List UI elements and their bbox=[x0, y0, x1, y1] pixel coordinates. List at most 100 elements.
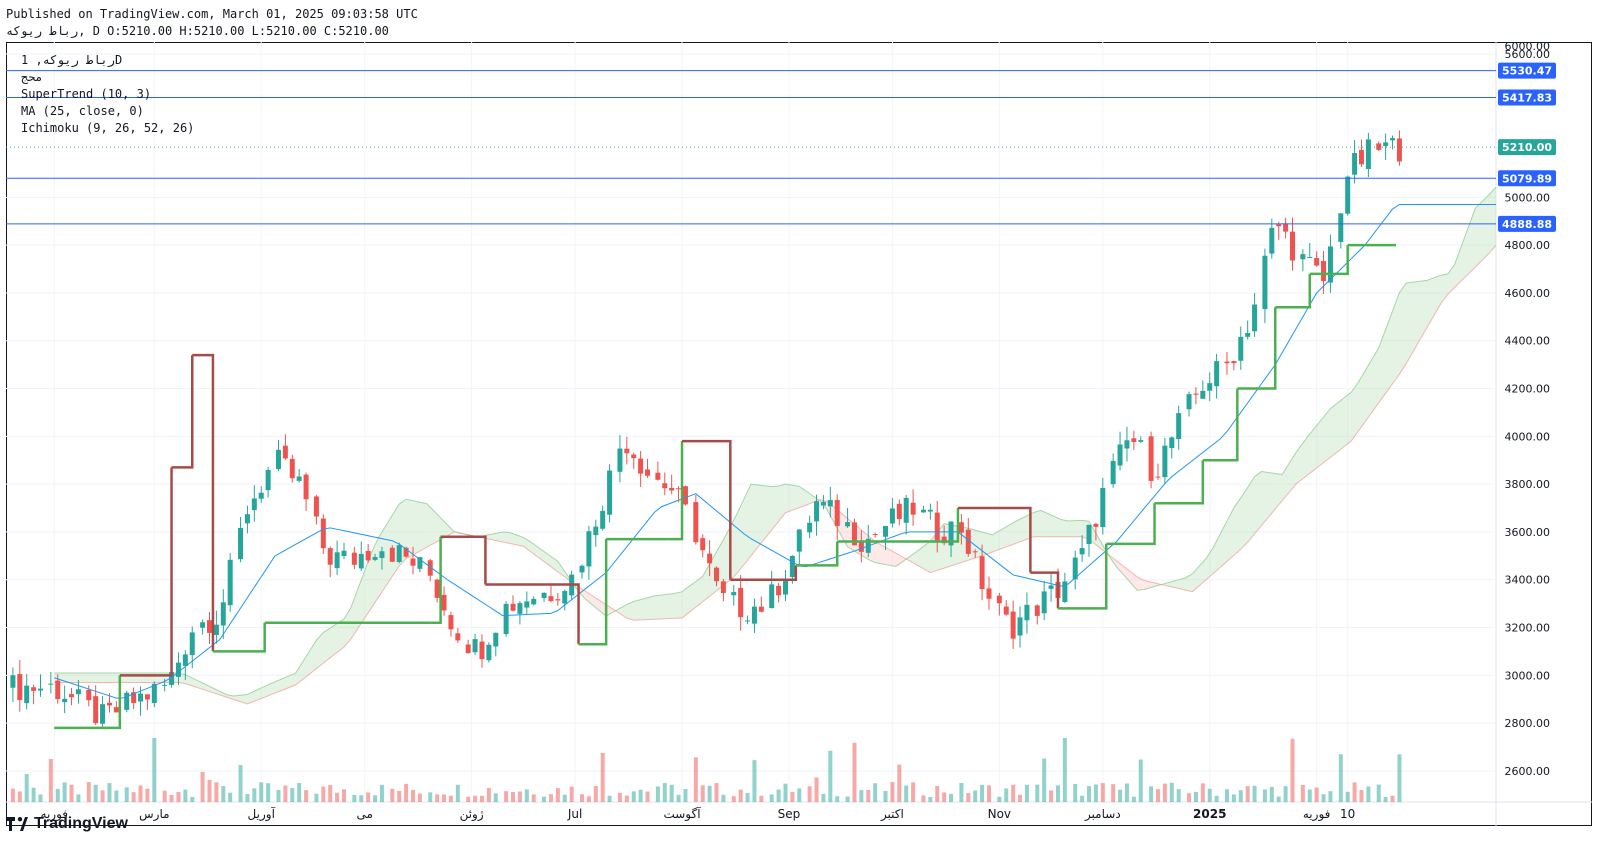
last-price-label: 5210.00 bbox=[1502, 141, 1552, 154]
volume-bar bbox=[980, 784, 985, 802]
cloud-segment bbox=[350, 589, 358, 640]
cloud-segment bbox=[412, 500, 420, 555]
y-tick-label: 4600.00 bbox=[1505, 287, 1551, 300]
cloud-segment bbox=[1337, 397, 1345, 452]
volume-bar bbox=[276, 789, 281, 802]
candle-body bbox=[834, 500, 840, 526]
volume-bar bbox=[1155, 789, 1160, 802]
volume-bar bbox=[38, 794, 43, 802]
y-tick-label: 3800.00 bbox=[1505, 478, 1551, 491]
tradingview-logo[interactable]: TradingView bbox=[6, 815, 128, 833]
candle-body bbox=[410, 558, 416, 566]
candle-body bbox=[1300, 254, 1306, 260]
legend-ichimoku[interactable]: Ichimoku (9, 26, 52, 26) bbox=[21, 121, 194, 135]
candle-body bbox=[486, 644, 492, 661]
candle-body bbox=[1162, 445, 1168, 478]
volume-bar bbox=[1193, 792, 1198, 802]
volume-bar bbox=[200, 771, 205, 802]
cloud-segment bbox=[654, 595, 662, 620]
candle-body bbox=[75, 689, 81, 695]
candle-body bbox=[86, 689, 92, 701]
price-level-label: 5530.47 bbox=[1502, 65, 1552, 78]
volume-bar bbox=[1093, 784, 1098, 802]
x-tick-label: Sep bbox=[778, 807, 801, 821]
volume-bar bbox=[645, 791, 650, 802]
volume-bar bbox=[207, 779, 212, 802]
volume-bar bbox=[138, 785, 143, 802]
candle-body bbox=[645, 469, 651, 476]
candle-body bbox=[1131, 438, 1137, 442]
volume-bar bbox=[114, 790, 119, 802]
volume-bar bbox=[466, 796, 471, 802]
candle-body bbox=[700, 538, 706, 551]
volume-bar bbox=[776, 789, 781, 802]
candle-body bbox=[358, 553, 364, 569]
volume-bar bbox=[1321, 794, 1326, 802]
cloud-segment bbox=[1392, 292, 1400, 384]
volume-bar bbox=[897, 764, 902, 802]
cloud-segment bbox=[647, 595, 655, 620]
candle-body bbox=[807, 522, 813, 533]
volume-bar bbox=[935, 786, 940, 802]
volume-bar bbox=[404, 783, 409, 802]
y-tick-label: 2800.00 bbox=[1505, 717, 1551, 730]
candle-body bbox=[31, 687, 37, 691]
volume-bar bbox=[959, 782, 964, 802]
candle-body bbox=[720, 581, 726, 594]
volume-bar bbox=[335, 792, 340, 802]
cloud-segment bbox=[1254, 471, 1262, 534]
candle-body bbox=[1017, 617, 1023, 636]
volume-bar bbox=[183, 789, 188, 802]
volume-bar bbox=[86, 782, 91, 802]
volume-bar bbox=[366, 792, 371, 802]
volume-bar bbox=[24, 774, 29, 802]
volume-bar bbox=[555, 788, 560, 802]
volume-bar bbox=[352, 794, 357, 802]
candle-body bbox=[910, 502, 916, 515]
candle-body bbox=[10, 675, 16, 688]
volume-bar bbox=[1383, 796, 1388, 802]
volume-bar bbox=[852, 742, 857, 802]
volume-bar bbox=[342, 789, 347, 802]
price-level-label: 4888.88 bbox=[1502, 218, 1552, 231]
legend-supertrend[interactable]: SuperTrend (10, 3) bbox=[21, 87, 151, 101]
volume-bar bbox=[48, 759, 53, 802]
ohlc-readout: رباط ريوكه, D O:5210.00 H:5210.00 L:5210… bbox=[6, 24, 389, 38]
volume-bar bbox=[504, 791, 509, 802]
volume-bar bbox=[797, 788, 802, 802]
volume-bar bbox=[721, 794, 726, 802]
candle-body bbox=[1155, 476, 1161, 478]
candle-body bbox=[758, 606, 764, 612]
candle-body bbox=[113, 707, 119, 713]
candle-body bbox=[479, 641, 485, 660]
candle-body bbox=[238, 527, 244, 560]
volume-bar bbox=[176, 792, 181, 802]
volume-bar bbox=[949, 793, 954, 802]
volume-bar bbox=[1004, 788, 1009, 802]
candle-body bbox=[1034, 605, 1040, 616]
candle-body bbox=[934, 512, 940, 541]
volume-bar bbox=[607, 795, 612, 802]
candle-body bbox=[555, 599, 561, 601]
candle-body bbox=[48, 683, 54, 685]
candle-body bbox=[1276, 224, 1282, 227]
volume-bar bbox=[693, 757, 698, 802]
legend-ma[interactable]: MA (25, close, 0) bbox=[21, 104, 144, 118]
candle-body bbox=[669, 487, 675, 491]
volume-bar bbox=[738, 789, 743, 802]
ma-line bbox=[54, 204, 1496, 699]
volume-bar bbox=[1224, 789, 1229, 802]
chart-frame[interactable]: 6000.00 5600.00 5000.00 4800.00 4600.00 4400.… bbox=[6, 40, 1592, 826]
cloud-segment bbox=[1185, 573, 1193, 592]
cloud-segment bbox=[1061, 519, 1069, 537]
cloud-segment bbox=[81, 672, 89, 683]
supertrend-line bbox=[54, 243, 1396, 730]
candle-body bbox=[351, 552, 357, 565]
candle-body bbox=[920, 509, 926, 513]
volume-bar bbox=[1200, 783, 1205, 802]
price-chart[interactable]: 6000.005600.005000.004800.004600.004400.… bbox=[6, 40, 1592, 826]
volume-bar bbox=[1055, 785, 1060, 802]
candle-body bbox=[303, 474, 309, 500]
candle-body bbox=[1110, 460, 1116, 485]
volume-bar bbox=[1138, 759, 1143, 802]
